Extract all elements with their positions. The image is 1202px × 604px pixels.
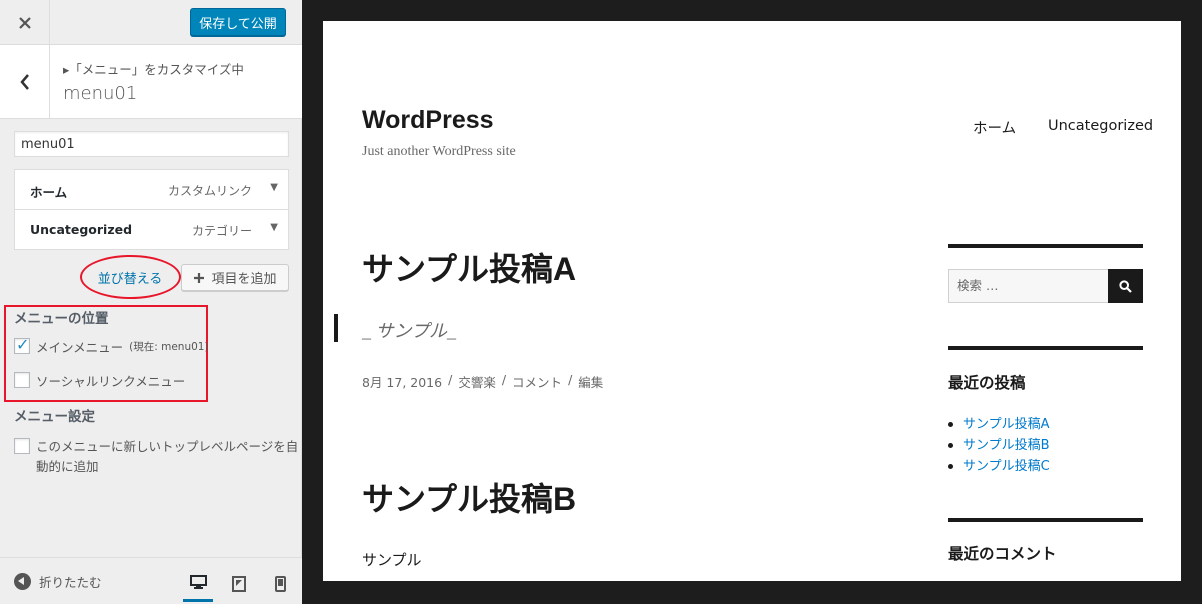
section-header: ▸「メニュー」をカスタマイズ中 menu01 — [0, 45, 302, 119]
mobile-icon — [274, 576, 286, 592]
save-publish-button[interactable]: 保存して公開 — [190, 8, 286, 36]
nav-item-home[interactable]: ホーム — [973, 117, 1016, 138]
search-widget: 検索 … — [948, 269, 1143, 303]
reorder-button[interactable]: 並び替える — [88, 263, 172, 291]
recent-post-link[interactable]: サンプル投稿C — [948, 456, 1050, 477]
recent-post-link[interactable]: サンプル投稿B — [948, 435, 1050, 456]
social-menu-checkbox[interactable] — [14, 372, 30, 388]
post-comments[interactable]: コメント — [512, 372, 562, 391]
menu-item-type: カスタムリンク — [167, 184, 252, 198]
post-content: サンプル — [362, 551, 422, 569]
widget-divider — [948, 346, 1143, 350]
post-edit[interactable]: 編集 — [578, 372, 603, 391]
desktop-icon — [189, 575, 207, 589]
menu-item-title: Uncategorized — [30, 222, 133, 237]
chevron-left-icon — [19, 73, 29, 90]
post-author[interactable]: 交響楽 — [458, 372, 496, 391]
tablet-preview-button[interactable] — [224, 566, 254, 602]
nav-item-uncategorized[interactable]: Uncategorized — [1048, 118, 1153, 134]
collapse-arrow-icon — [14, 573, 31, 590]
site-preview: WordPress Just another WordPress site ホー… — [323, 21, 1181, 581]
main-menu-label: メインメニュー — [36, 340, 124, 355]
customizer-sidebar: 保存して公開 ▸「メニュー」をカスタマイズ中 menu01 ホーム カスタムリン… — [0, 0, 302, 604]
post-title-a[interactable]: サンプル投稿A — [362, 244, 576, 290]
menu-item-home[interactable]: ホーム カスタムリンク ▼ — [14, 169, 289, 210]
add-item-button[interactable]: 項目を追加 — [181, 264, 289, 291]
menu-locations-heading: メニューの位置 — [14, 311, 109, 327]
close-button[interactable] — [0, 0, 50, 45]
menu-item-title: ホーム — [30, 185, 68, 200]
collapse-button[interactable]: 折りたたむ — [14, 572, 102, 591]
customizer-footer: 折りたたむ — [0, 557, 302, 604]
search-button[interactable] — [1108, 269, 1143, 303]
add-item-label: 項目を追加 — [211, 272, 277, 287]
checkmark-icon: ✓ — [16, 335, 30, 354]
search-icon — [1119, 279, 1132, 293]
recent-posts-list: サンプル投稿A サンプル投稿B サンプル投稿C — [948, 414, 1050, 477]
excerpt-bar — [334, 314, 338, 342]
menu-item-uncategorized[interactable]: Uncategorized カテゴリー ▼ — [14, 209, 289, 250]
site-description: Just another WordPress site — [362, 144, 516, 159]
caret-down-icon[interactable]: ▼ — [270, 222, 278, 233]
widget-divider — [948, 244, 1143, 248]
menu-settings-heading: メニュー設定 — [14, 409, 95, 425]
post-title-b[interactable]: サンプル投稿B — [362, 474, 576, 520]
mobile-preview-button[interactable] — [265, 566, 295, 602]
main-menu-checkbox[interactable]: ✓ — [14, 335, 30, 354]
search-input[interactable]: 検索 … — [948, 269, 1109, 303]
back-button[interactable] — [0, 45, 50, 118]
section-title: menu01 — [63, 83, 138, 104]
plus-icon — [194, 272, 205, 283]
recent-posts-title: 最近の投稿 — [948, 374, 1026, 392]
menu-name-input[interactable] — [14, 131, 289, 157]
location-main-menu[interactable]: ✓ メインメニュー (現在: menu01) — [14, 335, 209, 356]
customizer-topbar: 保存して公開 — [0, 0, 302, 45]
desktop-preview-button[interactable] — [183, 566, 213, 602]
auto-add-checkbox[interactable] — [14, 438, 30, 454]
location-social-menu[interactable]: ソーシャルリンクメニュー — [14, 371, 185, 390]
post-meta: 8月 17, 2016 / 交響楽 / コメント / 編集 — [362, 372, 604, 391]
menu-item-type: カテゴリー — [191, 224, 252, 238]
current-menu-note: (現在: menu01) — [129, 341, 209, 353]
post-date[interactable]: 8月 17, 2016 — [362, 372, 442, 391]
close-icon — [18, 16, 31, 29]
auto-add-label: このメニューに新しいトップレベルページを自 動的に追加 — [36, 439, 299, 474]
social-menu-label: ソーシャルリンクメニュー — [36, 374, 186, 389]
customizing-label: ▸「メニュー」をカスタマイズ中 — [63, 62, 244, 77]
collapse-label: 折りたたむ — [39, 575, 102, 590]
caret-down-icon[interactable]: ▼ — [270, 182, 278, 193]
recent-post-link[interactable]: サンプル投稿A — [948, 414, 1050, 435]
post-excerpt: _ サンプル_ — [362, 321, 456, 341]
site-title[interactable]: WordPress — [362, 106, 494, 135]
recent-comments-title: 最近のコメント — [948, 545, 1057, 563]
auto-add-pages-option[interactable]: このメニューに新しいトップレベルページを自 動的に追加 — [14, 437, 298, 477]
tablet-icon — [232, 576, 246, 592]
widget-divider — [948, 518, 1143, 522]
